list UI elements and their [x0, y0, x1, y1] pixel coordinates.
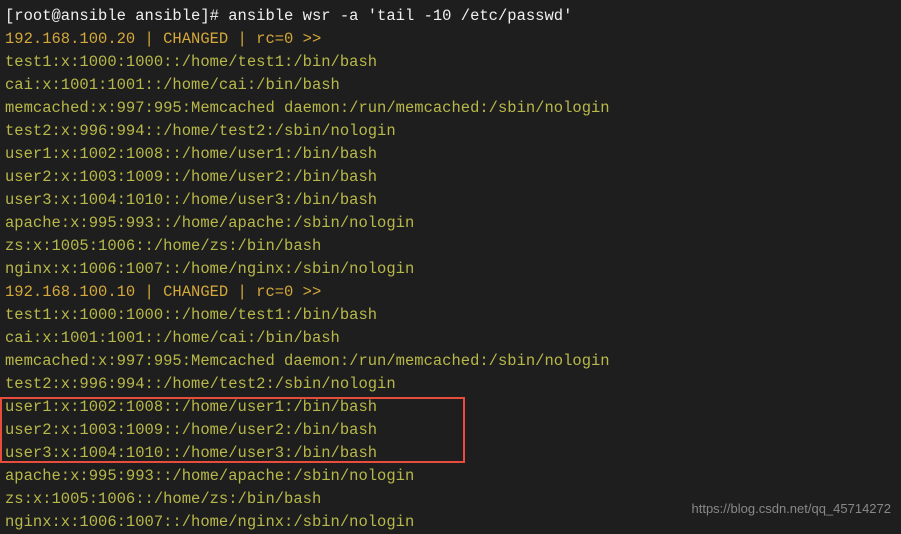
passwd-line: user2:x:1003:1009::/home/user2:/bin/bash	[0, 419, 901, 442]
passwd-line: user2:x:1003:1009::/home/user2:/bin/bash	[0, 166, 901, 189]
terminal-prompt: [root@ansible ansible]# ansible wsr -a '…	[0, 5, 901, 28]
passwd-line: memcached:x:997:995:Memcached daemon:/ru…	[0, 97, 901, 120]
passwd-line: user3:x:1004:1010::/home/user3:/bin/bash	[0, 189, 901, 212]
passwd-line: user1:x:1002:1008::/home/user1:/bin/bash	[0, 396, 901, 419]
passwd-line: cai:x:1001:1001::/home/cai:/bin/bash	[0, 74, 901, 97]
passwd-line: apache:x:995:993::/home/apache:/sbin/nol…	[0, 465, 901, 488]
passwd-line: cai:x:1001:1001::/home/cai:/bin/bash	[0, 327, 901, 350]
passwd-line: test1:x:1000:1000::/home/test1:/bin/bash	[0, 51, 901, 74]
host2-header: 192.168.100.10 | CHANGED | rc=0 >>	[0, 281, 901, 304]
passwd-line: zs:x:1005:1006::/home/zs:/bin/bash	[0, 235, 901, 258]
watermark: https://blog.csdn.net/qq_45714272	[692, 497, 892, 520]
passwd-line: apache:x:995:993::/home/apache:/sbin/nol…	[0, 212, 901, 235]
passwd-line: memcached:x:997:995:Memcached daemon:/ru…	[0, 350, 901, 373]
passwd-line: test2:x:996:994::/home/test2:/sbin/nolog…	[0, 373, 901, 396]
host1-header: 192.168.100.20 | CHANGED | rc=0 >>	[0, 28, 901, 51]
passwd-line: user1:x:1002:1008::/home/user1:/bin/bash	[0, 143, 901, 166]
passwd-line: test2:x:996:994::/home/test2:/sbin/nolog…	[0, 120, 901, 143]
passwd-line: test1:x:1000:1000::/home/test1:/bin/bash	[0, 304, 901, 327]
passwd-line: user3:x:1004:1010::/home/user3:/bin/bash	[0, 442, 901, 465]
passwd-line: nginx:x:1006:1007::/home/nginx:/sbin/nol…	[0, 258, 901, 281]
